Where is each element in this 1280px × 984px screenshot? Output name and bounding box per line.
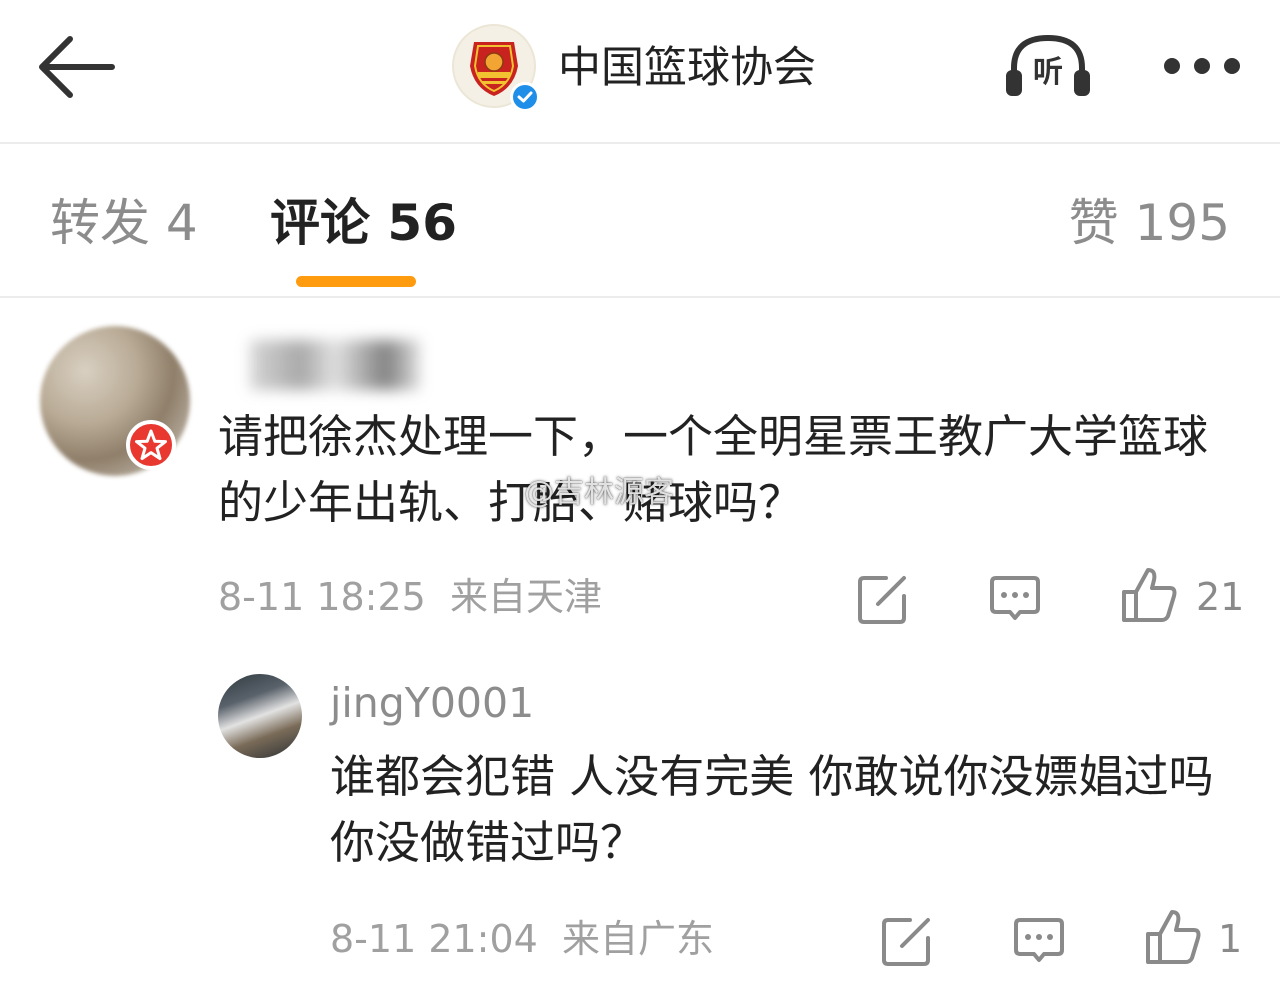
more-dots-icon bbox=[1164, 58, 1240, 74]
reply-meta: 8-11 21:04 来自广东 bbox=[330, 916, 714, 962]
tab-reposts[interactable]: 转发 4 bbox=[50, 192, 198, 254]
reply-avatar[interactable] bbox=[218, 674, 302, 758]
thumbs-up-icon bbox=[1146, 910, 1201, 964]
reply-like-button[interactable] bbox=[1144, 908, 1202, 966]
comment-bubble-icon bbox=[990, 576, 1040, 620]
share-edit-icon bbox=[882, 918, 930, 966]
account-title[interactable]: 中国篮球协会 bbox=[558, 40, 816, 96]
headphones-icon: 听 bbox=[1006, 34, 1090, 96]
comment-text: 请把徐杰处理一下，一个全明星票王教广大学篮球的少年出轨、打胎、赌球吗？ bbox=[218, 410, 1209, 529]
member-star-badge-icon bbox=[126, 420, 176, 470]
reply-time: 8-11 21:04 bbox=[330, 917, 538, 961]
top-bar: 中国篮球协会 听 bbox=[0, 0, 1280, 144]
watermark: @吉林源客 bbox=[524, 475, 674, 510]
reply-like-count: 1 bbox=[1218, 917, 1243, 961]
verified-badge-icon bbox=[510, 82, 540, 112]
share-button[interactable] bbox=[856, 572, 910, 626]
comment-location: 来自天津 bbox=[450, 575, 603, 619]
thumbs-up-icon bbox=[1122, 568, 1177, 622]
comment-time: 8-11 18:25 bbox=[218, 575, 426, 619]
comment-bubble-icon bbox=[1014, 918, 1064, 962]
tab-comments[interactable]: 评论 56 bbox=[270, 192, 457, 254]
tab-bar: 转发 4 评论 56 赞 195 bbox=[0, 144, 1280, 298]
reply-location: 来自广东 bbox=[562, 917, 715, 961]
reply-username[interactable]: jingY0001 bbox=[330, 678, 534, 728]
listen-button[interactable]: 听 bbox=[1004, 32, 1092, 98]
like-count: 21 bbox=[1196, 575, 1245, 619]
reply-button[interactable] bbox=[988, 572, 1042, 626]
listen-label: 听 bbox=[1033, 55, 1063, 90]
more-button[interactable] bbox=[1160, 52, 1244, 80]
like-button[interactable] bbox=[1120, 566, 1178, 624]
tab-likes[interactable]: 赞 195 bbox=[1069, 192, 1230, 254]
share-edit-icon bbox=[858, 576, 906, 624]
reply-reply-button[interactable] bbox=[1012, 914, 1066, 968]
commenter-username-blurred[interactable] bbox=[250, 340, 420, 390]
back-button[interactable] bbox=[34, 34, 118, 100]
active-tab-indicator bbox=[296, 276, 416, 287]
comment-meta: 8-11 18:25 来自天津 bbox=[218, 574, 602, 620]
reply-share-button[interactable] bbox=[880, 914, 934, 968]
arrow-left-icon bbox=[39, 36, 115, 98]
reply-text: 谁都会犯错 人没有完美 你敢说你没嫖娼过吗 你没做错过吗？ bbox=[330, 750, 1214, 869]
